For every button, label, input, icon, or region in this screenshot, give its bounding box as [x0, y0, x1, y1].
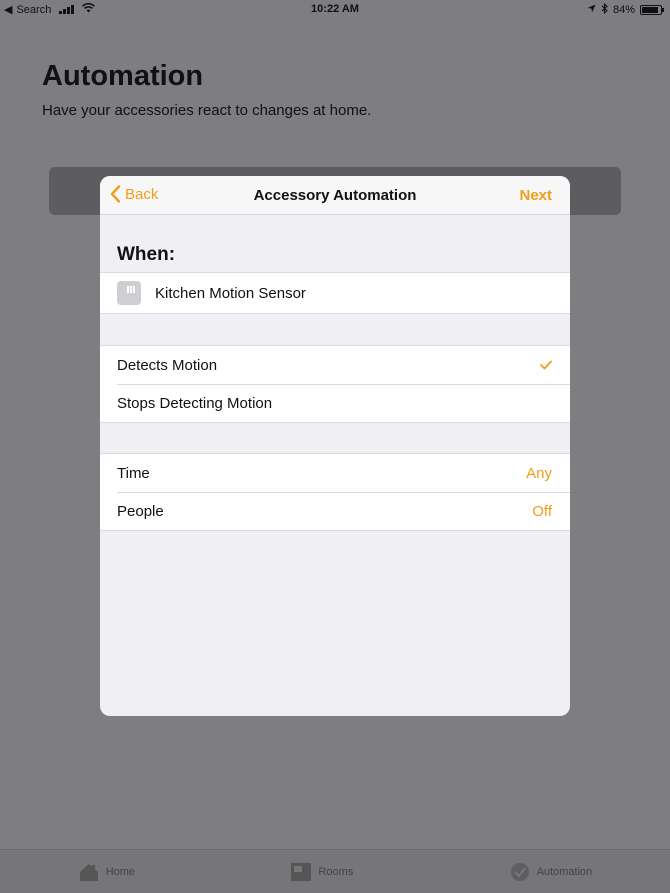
device-group: Kitchen Motion Sensor	[100, 272, 570, 314]
condition-value: Off	[532, 502, 552, 520]
battery-icon	[640, 5, 664, 15]
tab-rooms-label: Rooms	[318, 866, 354, 878]
navigation-bar: Back Accessory Automation Next	[100, 176, 570, 215]
condition-label: Time	[117, 464, 150, 482]
trigger-label: Stops Detecting Motion	[117, 394, 273, 412]
status-bar: ◀ Search 10:22 AM 84%	[0, 0, 670, 18]
conditions-group: Time Any People Off	[100, 453, 570, 531]
next-button[interactable]: Next	[519, 187, 552, 204]
condition-label: People	[117, 502, 164, 520]
device-row[interactable]: Kitchen Motion Sensor	[100, 273, 570, 313]
tab-home[interactable]: Home	[78, 862, 135, 882]
trigger-row-stops-detecting[interactable]: Stops Detecting Motion	[100, 384, 570, 422]
condition-row-people[interactable]: People Off	[100, 492, 570, 530]
bluetooth-icon	[601, 2, 608, 17]
page-title: Automation	[42, 60, 204, 92]
status-right: 84%	[587, 2, 664, 17]
when-header: When:	[117, 244, 176, 265]
tab-automation[interactable]: Automation	[509, 862, 593, 882]
trigger-label: Detects Motion	[117, 356, 218, 374]
sheet-title: Accessory Automation	[253, 187, 417, 204]
rooms-icon	[290, 862, 312, 882]
tab-rooms[interactable]: Rooms	[290, 862, 353, 882]
tab-home-label: Home	[105, 866, 136, 878]
accessory-automation-sheet: Back Accessory Automation Next When: Kit…	[100, 176, 570, 716]
clock-check-icon	[509, 862, 531, 882]
trigger-group: Detects Motion Stops Detecting Motion	[100, 345, 570, 423]
trigger-row-detects-motion[interactable]: Detects Motion	[100, 346, 570, 384]
device-name: Kitchen Motion Sensor	[155, 284, 306, 302]
house-icon	[78, 862, 100, 882]
battery-percent: 84%	[612, 4, 635, 16]
location-icon	[587, 4, 596, 16]
condition-row-time[interactable]: Time Any	[100, 454, 570, 492]
checkmark-icon	[540, 357, 552, 374]
tab-bar: Home Rooms Automation	[0, 849, 670, 893]
condition-value: Any	[526, 464, 552, 482]
motion-sensor-icon	[117, 281, 141, 305]
status-time: 10:22 AM	[311, 3, 359, 15]
page-subtitle: Have your accessories react to changes a…	[42, 102, 372, 119]
tab-automation-label: Automation	[536, 866, 593, 878]
